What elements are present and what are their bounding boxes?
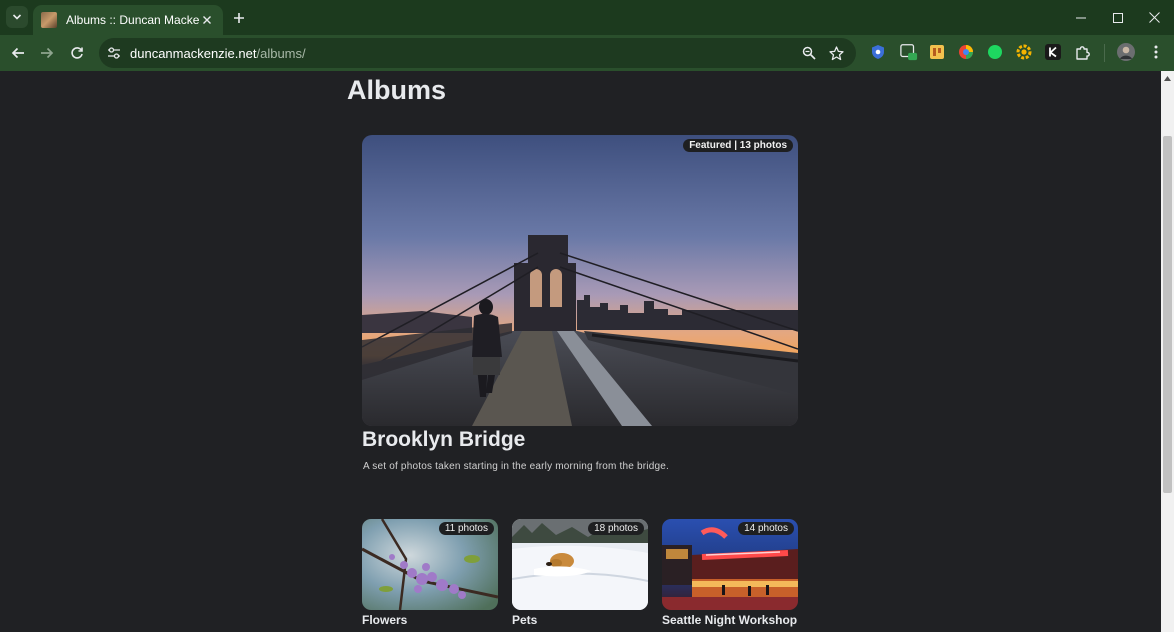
gear-extension-icon[interactable] (1015, 43, 1033, 61)
featured-album-title[interactable]: Brooklyn Bridge (362, 428, 525, 452)
close-icon (203, 16, 211, 24)
tab-search-button[interactable] (6, 6, 28, 28)
minimize-icon (1075, 17, 1086, 18)
page-scrollbar[interactable] (1161, 71, 1174, 632)
featured-album-image[interactable]: Featured | 13 photos (362, 135, 798, 426)
bridge-photo (362, 135, 798, 426)
calendar-extension-icon[interactable] (900, 43, 918, 61)
tab-title: Albums :: Duncan Mackenzie (66, 13, 199, 27)
album-name[interactable]: Seattle Night Workshop (662, 613, 798, 627)
tab-strip: Albums :: Duncan Mackenzie (0, 0, 1174, 35)
album-name[interactable]: Flowers (362, 613, 498, 627)
maximize-button[interactable] (1099, 0, 1136, 35)
browser-toolbar: duncanmackenzie.net/albums/ (0, 35, 1174, 71)
notes-extension-icon[interactable] (928, 43, 946, 61)
puzzle-icon (1076, 46, 1090, 60)
triangle-up-icon (1164, 76, 1171, 81)
album-card-pets[interactable]: 18 photos Pets (512, 519, 648, 627)
password-manager-extension-icon[interactable] (869, 43, 887, 61)
featured-album-description: A set of photos taken starting in the ea… (363, 461, 669, 472)
close-tab-button[interactable] (199, 12, 215, 28)
zoom-button[interactable] (800, 44, 818, 62)
scroll-up-button[interactable] (1161, 71, 1174, 86)
photo-count-badge: 14 photos (738, 522, 794, 535)
photo-count-badge: 18 photos (588, 522, 644, 535)
album-thumbnail[interactable]: 14 photos (662, 519, 798, 610)
star-icon (828, 45, 844, 60)
k-extension-icon[interactable] (1044, 43, 1062, 61)
back-button[interactable] (6, 41, 30, 65)
arrow-left-icon (11, 47, 24, 59)
reload-button[interactable] (65, 41, 89, 65)
color-picker-extension-icon[interactable] (957, 43, 975, 61)
close-window-button[interactable] (1136, 0, 1173, 35)
active-tab[interactable]: Albums :: Duncan Mackenzie (33, 5, 223, 35)
album-card-seattle-night-workshop[interactable]: 14 photos Seattle Night Workshop (662, 519, 798, 627)
status-extension-icon[interactable] (986, 43, 1004, 61)
address-bar[interactable]: duncanmackenzie.net/albums/ (99, 38, 856, 68)
album-card-flowers[interactable]: 11 photos Flowers (362, 519, 498, 627)
site-favicon-icon (41, 12, 57, 28)
site-info-button[interactable] (100, 39, 128, 67)
kebab-icon (1154, 45, 1158, 59)
url-path: /albums/ (256, 45, 306, 61)
profile-avatar[interactable] (1117, 43, 1135, 61)
album-thumbnail[interactable]: 18 photos (512, 519, 648, 610)
scrollbar-thumb[interactable] (1163, 136, 1172, 493)
url-host: duncanmackenzie.net (130, 45, 257, 61)
toolbar-divider (1104, 44, 1105, 62)
album-name[interactable]: Pets (512, 613, 648, 627)
minimize-button[interactable] (1062, 0, 1099, 35)
featured-photo-count-badge: Featured | 13 photos (683, 139, 793, 152)
arrow-right-icon (41, 47, 54, 59)
forward-button[interactable] (35, 41, 59, 65)
tune-icon (108, 47, 120, 59)
reload-icon (71, 47, 83, 59)
extensions-button[interactable] (1074, 43, 1092, 61)
page-title: Albums (347, 75, 447, 105)
photo-count-badge: 11 photos (438, 522, 494, 535)
maximize-icon (1112, 12, 1123, 23)
browser-menu-button[interactable] (1147, 43, 1165, 61)
chevron-down-icon (12, 14, 22, 20)
magnifier-icon (802, 46, 816, 60)
new-tab-button[interactable] (229, 8, 249, 28)
plus-icon (234, 13, 244, 23)
album-thumbnail[interactable]: 11 photos (362, 519, 498, 610)
close-icon (1149, 12, 1160, 23)
bookmark-button[interactable] (827, 44, 845, 62)
url-text: duncanmackenzie.net/albums/ (130, 46, 306, 61)
page-viewport: Albums Featured | 13 photos Brooklyn Bri… (0, 71, 1161, 632)
